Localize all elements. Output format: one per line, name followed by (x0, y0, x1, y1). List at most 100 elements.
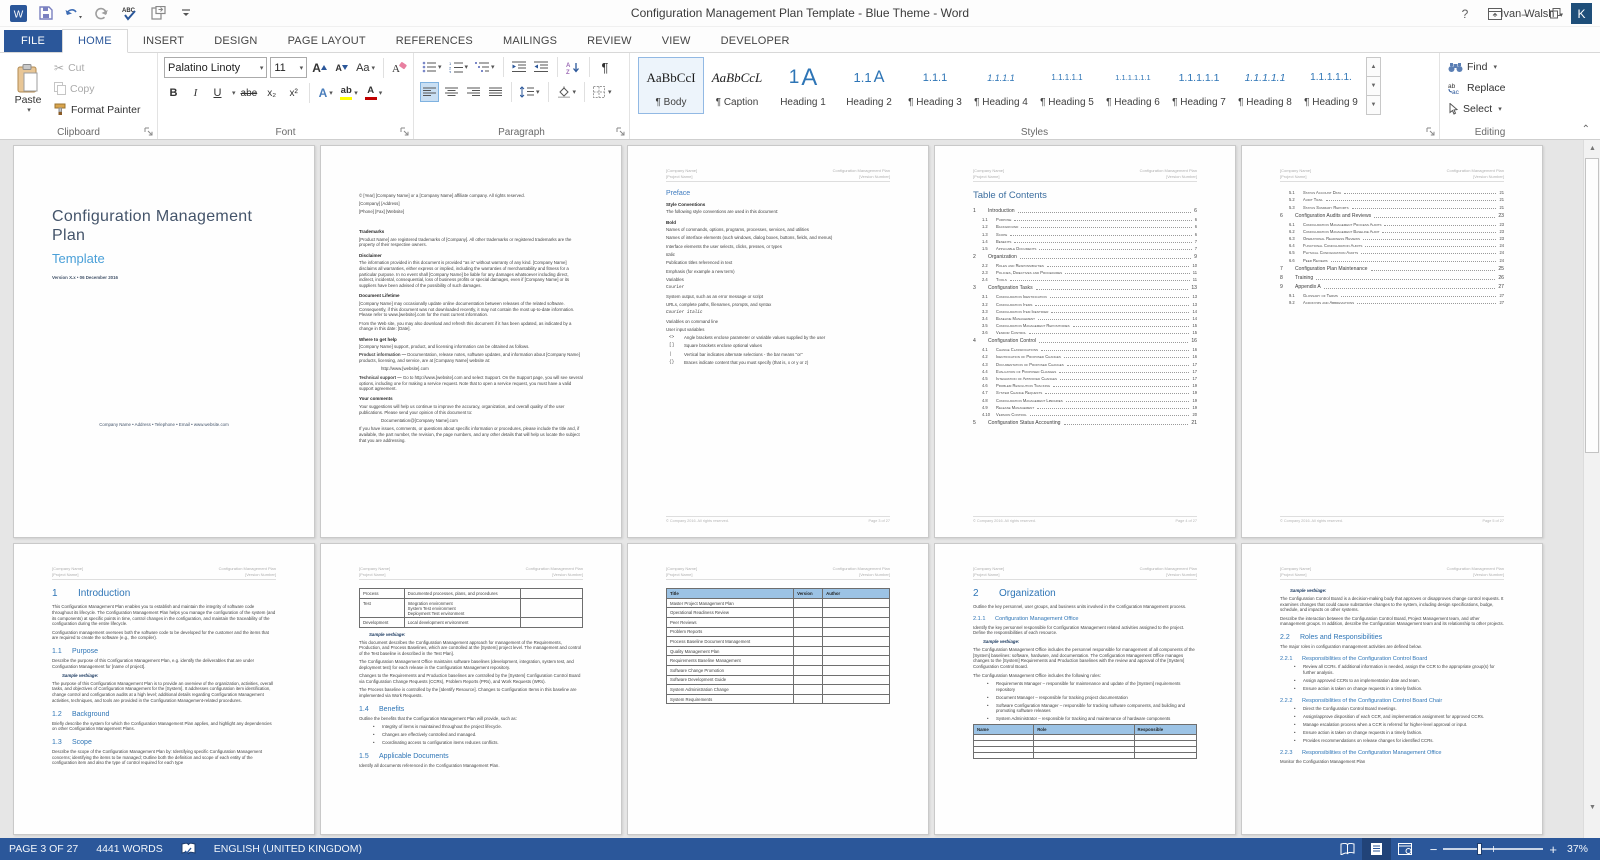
read-mode-button[interactable] (1333, 838, 1362, 860)
font-dialog-launcher[interactable] (400, 127, 410, 137)
toc-entry[interactable]: 2.2Roles and Responsibilities10 (973, 263, 1197, 268)
toc-entry[interactable]: 4Configuration Control16 (973, 338, 1197, 344)
italic-button[interactable]: I (186, 83, 205, 103)
collapse-ribbon-button[interactable]: ⌃ (1582, 124, 1590, 135)
toc-entry[interactable]: 3.6Vendor Control15 (973, 330, 1197, 335)
styles-scroll-up-button[interactable]: ▲ (1366, 57, 1381, 77)
toc-entry[interactable]: 3.5Configuration Management Repositories… (973, 323, 1197, 328)
borders-button[interactable]: ▾ (591, 82, 614, 102)
scroll-down-button[interactable]: ▼ (1585, 800, 1600, 815)
select-button[interactable]: Select▾ (1448, 100, 1540, 118)
change-case-button[interactable]: Aa▾ (354, 58, 377, 78)
zoom-slider-thumb[interactable] (1477, 843, 1482, 855)
toc-entry[interactable]: 6Configuration Audits and Reviews23 (1280, 213, 1504, 219)
toc-entry[interactable]: 9.2Acronyms and Abbreviations27 (1280, 300, 1504, 305)
toc-entry[interactable]: 4.9Release Management19 (973, 405, 1197, 410)
underline-button[interactable]: U (208, 83, 227, 103)
toc-entry[interactable]: 4.6Problem Resolution Tracking19 (973, 383, 1197, 388)
copy-button[interactable]: Copy (54, 78, 140, 99)
toc-entry[interactable]: 3.2Configuration Items13 (973, 302, 1197, 307)
account-name[interactable]: Ivan Walsh ▾ (1500, 8, 1563, 20)
toc-entry[interactable]: 3Configuration Tasks13 (973, 285, 1197, 291)
highlight-color-button[interactable]: ab▾ (338, 83, 360, 103)
document-page[interactable]: [Company Name][Project Name]Configuratio… (1241, 543, 1543, 835)
toc-entry[interactable]: 4.7System Change Requests19 (973, 390, 1197, 395)
justify-button[interactable] (486, 82, 505, 102)
tab-design[interactable]: DESIGN (199, 30, 272, 52)
print-layout-button[interactable] (1362, 838, 1391, 860)
align-left-button[interactable] (420, 82, 439, 102)
tab-home[interactable]: HOME (62, 29, 128, 53)
style-heading-7[interactable]: 1.1.1.1.1¶ Heading 7 (1166, 57, 1232, 114)
style-caption[interactable]: AaBbCcL¶ Caption (704, 57, 770, 114)
web-layout-button[interactable] (1391, 838, 1420, 860)
replace-button[interactable]: abac Replace (1448, 79, 1540, 97)
document-page[interactable]: [Company Name][Project Name]Configuratio… (13, 543, 315, 835)
toc-entry[interactable]: 2.4Tools11 (973, 277, 1197, 282)
toc-entry[interactable]: 5.1Status Account Data21 (1280, 190, 1504, 195)
style-heading-9[interactable]: 1.1.1.1.1.¶ Heading 9 (1298, 57, 1364, 114)
toc-entry[interactable]: 1.3Scope6 (973, 232, 1197, 237)
shrink-font-button[interactable]: A (332, 58, 351, 78)
styles-scroll-down-button[interactable]: ▼ (1366, 76, 1381, 96)
toc-entry[interactable]: 4.5Integration of Approved Changes17 (973, 376, 1197, 381)
paragraph-dialog-launcher[interactable] (616, 127, 626, 137)
sort-button[interactable]: AZ (564, 57, 583, 77)
style-body[interactable]: AaBbCcI¶ Body (638, 57, 704, 114)
font-color-button[interactable]: A▾ (363, 83, 385, 103)
proofing-status-icon[interactable] (172, 838, 205, 860)
undo-button[interactable] (62, 2, 86, 24)
avatar[interactable]: K (1571, 3, 1592, 24)
toc-entry[interactable]: 1Introduction6 (973, 208, 1197, 214)
toc-entry[interactable]: 1.5Applicable Documents7 (973, 246, 1197, 251)
align-right-button[interactable] (464, 82, 483, 102)
numbering-button[interactable]: 123▾ (447, 57, 471, 77)
toc-entry[interactable]: 3.3Configuration Item Identifier14 (973, 309, 1197, 314)
toc-entry[interactable]: 6.2Configuration Management Baseline Aud… (1280, 229, 1504, 234)
language-indicator[interactable]: ENGLISH (UNITED KINGDOM) (205, 838, 371, 860)
toc-entry[interactable]: 1.4Benefits7 (973, 239, 1197, 244)
toc-entry[interactable]: 6.4Functional Configuration Audits24 (1280, 243, 1504, 248)
toc-entry[interactable]: 4.8Configuration Management Libraries19 (973, 398, 1197, 403)
zoom-slider[interactable] (1443, 848, 1543, 850)
style-heading-2[interactable]: 1.1AHeading 2 (836, 57, 902, 114)
clear-formatting-button[interactable]: A (390, 58, 409, 78)
style-heading-5[interactable]: 1.1.1.1.1¶ Heading 5 (1034, 57, 1100, 114)
page-indicator[interactable]: PAGE 3 OF 27 (0, 838, 87, 860)
font-name-combo[interactable]: Palatino Linoty▾ (164, 57, 267, 78)
toc-entry[interactable]: 4.4Evaluation of Proposed Changes17 (973, 369, 1197, 374)
redo-button[interactable] (90, 2, 114, 24)
document-page[interactable]: © [Year] [Company Name] or a [Company Na… (320, 145, 622, 538)
toc-entry[interactable]: 4.1Change Classifications16 (973, 347, 1197, 352)
spelling-grammar-button[interactable]: ABC (118, 2, 142, 24)
help-button[interactable]: ? (1450, 0, 1480, 27)
document-page[interactable]: [Company Name][Project Name]Configuratio… (627, 145, 929, 538)
zoom-out-button[interactable]: − (1430, 842, 1438, 857)
tab-file[interactable]: FILE (4, 30, 62, 52)
save-button[interactable] (34, 2, 58, 24)
style-heading-1[interactable]: 1AHeading 1 (770, 57, 836, 114)
tab-view[interactable]: VIEW (647, 30, 706, 52)
toc-entry[interactable]: 2.3Policies, Directives and Procedures11 (973, 270, 1197, 275)
grow-font-button[interactable]: A (310, 58, 329, 78)
document-page[interactable]: [Company Name][Project Name]Configuratio… (320, 543, 622, 835)
style-heading-4[interactable]: 1.1.1.1¶ Heading 4 (968, 57, 1034, 114)
document-page[interactable]: Configuration Management PlanTemplateVer… (13, 145, 315, 538)
toc-entry[interactable]: 6.1Configuration Management Process Audi… (1280, 222, 1504, 227)
word-count[interactable]: 4441 WORDS (87, 838, 172, 860)
toc-entry[interactable]: 3.4Baseline Management14 (973, 316, 1197, 321)
zoom-in-button[interactable]: + (1549, 842, 1557, 857)
tab-review[interactable]: REVIEW (572, 30, 647, 52)
shading-button[interactable]: ▾ (555, 82, 579, 102)
find-button[interactable]: Find▾ (1448, 58, 1540, 76)
scroll-up-button[interactable]: ▲ (1585, 141, 1600, 156)
style-heading-6[interactable]: 1.1.1.1.1.1¶ Heading 6 (1100, 57, 1166, 114)
touch-mouse-mode-icon[interactable] (146, 2, 170, 24)
format-painter-button[interactable]: Format Painter (54, 99, 140, 120)
cut-button[interactable]: ✂Cut (54, 57, 140, 78)
toc-entry[interactable]: 5.3Status Summary Reports21 (1280, 205, 1504, 210)
multilevel-list-button[interactable]: ▾ (473, 57, 497, 77)
toc-entry[interactable]: 9.1Glossary of Terms27 (1280, 293, 1504, 298)
bold-button[interactable]: B (164, 83, 183, 103)
toc-entry[interactable]: 3.1Configuration Identification13 (973, 294, 1197, 299)
